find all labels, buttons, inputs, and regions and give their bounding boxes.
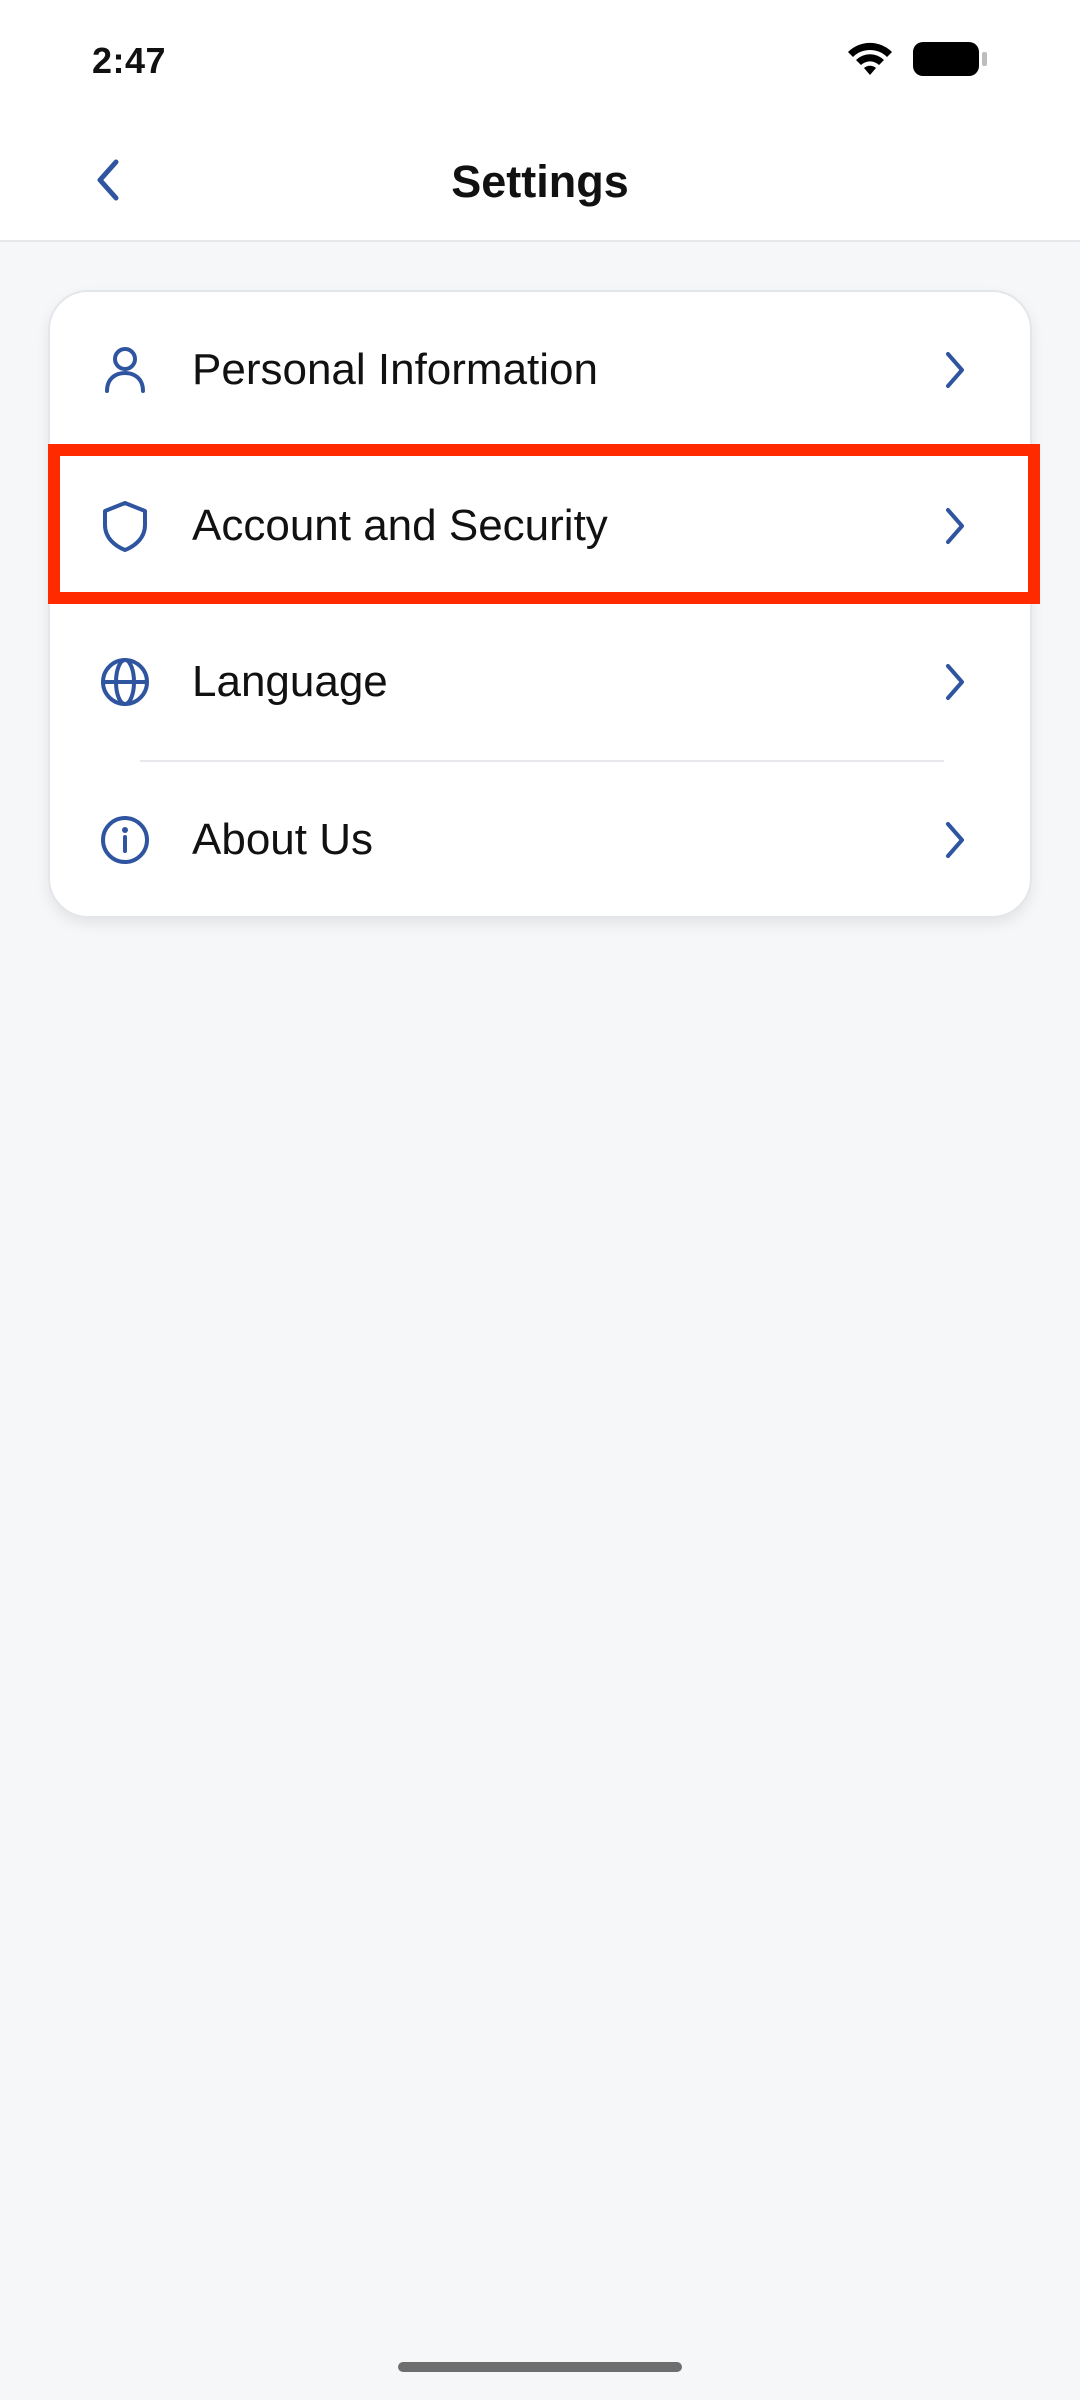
settings-item-personal-information[interactable]: Personal Information (50, 292, 1030, 448)
chevron-right-icon (938, 502, 974, 550)
wifi-icon (846, 41, 894, 82)
settings-item-label: Language (192, 657, 388, 706)
status-bar: 2:47 (0, 0, 1080, 120)
info-icon (96, 811, 154, 869)
person-icon (96, 341, 154, 399)
globe-icon (96, 653, 154, 711)
settings-item-about-us[interactable]: About Us (50, 762, 1030, 918)
settings-item-label: Account and Security (192, 501, 608, 550)
status-icons (846, 40, 988, 83)
status-time: 2:47 (92, 40, 167, 81)
navigation-bar: Settings (0, 120, 1080, 242)
page-title: Settings (451, 156, 629, 207)
chevron-right-icon (938, 346, 974, 394)
settings-item-account-and-security[interactable]: Account and Security (50, 448, 1030, 604)
settings-item-label: Personal Information (192, 345, 598, 394)
settings-card: Personal Information Account and Securit… (48, 290, 1032, 918)
shield-icon (96, 497, 154, 555)
settings-item-label: About Us (192, 815, 373, 864)
settings-item-language[interactable]: Language (50, 604, 1030, 760)
home-indicator[interactable] (398, 2362, 682, 2372)
chevron-right-icon (938, 658, 974, 706)
chevron-right-icon (938, 816, 974, 864)
battery-icon (912, 40, 988, 83)
